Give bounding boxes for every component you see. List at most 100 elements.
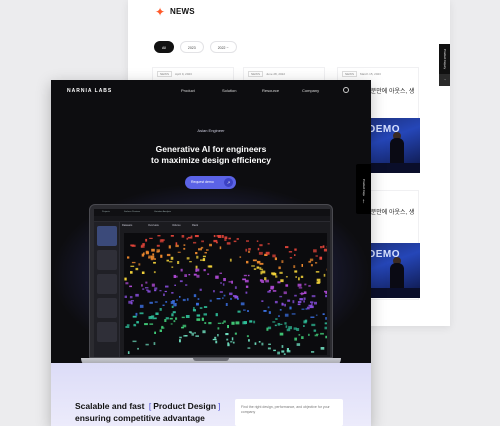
point-cloud-visualization[interactable] — [124, 233, 327, 355]
point-cloud-mark — [324, 322, 327, 325]
point-cloud-mark — [153, 317, 156, 319]
globe-icon[interactable] — [343, 87, 349, 93]
point-cloud-mark — [313, 329, 317, 332]
arrow-up-icon[interactable]: ↑ — [439, 74, 450, 86]
app-urlbar — [94, 216, 330, 222]
point-cloud-mark — [268, 343, 271, 345]
point-cloud-mark — [179, 280, 183, 283]
point-cloud-mark — [159, 329, 162, 332]
point-cloud-mark — [248, 248, 251, 251]
app-tab[interactable]: Variation Analysis — [154, 211, 171, 213]
point-cloud-mark — [284, 313, 289, 317]
nav-solution[interactable]: Solution — [222, 88, 236, 93]
point-cloud-mark — [129, 285, 132, 288]
app-tab[interactable]: Projects — [102, 211, 110, 213]
point-cloud-mark — [153, 258, 156, 260]
point-cloud-mark — [303, 320, 307, 324]
app-tab[interactable]: Surface Preview — [124, 211, 140, 213]
point-cloud-mark — [145, 287, 149, 289]
filter-2023[interactable]: 2023 — [179, 41, 204, 53]
arrow-up-icon[interactable]: ↑ — [356, 196, 371, 208]
point-cloud-mark — [231, 321, 235, 325]
point-cloud-mark — [175, 244, 179, 248]
point-cloud-mark — [130, 265, 135, 267]
point-cloud-mark — [294, 270, 298, 273]
point-cloud-mark — [294, 294, 297, 297]
point-cloud-mark — [271, 272, 276, 275]
point-cloud-mark — [196, 314, 201, 317]
point-cloud-mark — [204, 322, 207, 324]
point-cloud-mark — [294, 254, 296, 256]
panel-item[interactable]: Volume — [172, 224, 181, 227]
point-cloud-mark — [196, 255, 199, 259]
point-cloud-mark — [306, 306, 310, 310]
point-cloud-mark — [303, 325, 305, 327]
point-cloud-mark — [165, 301, 168, 303]
point-cloud-mark — [314, 334, 318, 337]
point-cloud-mark — [204, 252, 207, 254]
point-cloud-mark — [168, 245, 171, 249]
point-cloud-mark — [164, 290, 167, 293]
point-cloud-mark — [185, 284, 188, 286]
sidebar-thumbnail[interactable] — [97, 274, 117, 294]
point-cloud-mark — [263, 310, 267, 312]
point-cloud-mark — [154, 331, 156, 334]
point-cloud-mark — [311, 351, 315, 353]
point-cloud-mark — [254, 342, 257, 345]
sidebar-thumbnail[interactable] — [97, 322, 117, 342]
product-inquiry-tab[interactable]: Product Inquiry — [439, 44, 450, 74]
point-cloud-mark — [216, 235, 220, 237]
sidebar-thumbnail[interactable] — [97, 250, 117, 270]
point-cloud-mark — [225, 333, 229, 336]
filter-2022[interactable]: 2022 ~ — [209, 41, 237, 53]
point-cloud-mark — [203, 313, 207, 316]
point-cloud-mark — [277, 351, 280, 355]
point-cloud-mark — [215, 340, 218, 344]
filter-all[interactable]: All — [154, 41, 174, 53]
point-cloud-mark — [261, 280, 265, 283]
point-cloud-mark — [283, 291, 287, 295]
point-cloud-mark — [182, 298, 186, 302]
point-cloud-mark — [308, 285, 311, 287]
point-cloud-mark — [195, 335, 199, 337]
point-cloud-mark — [243, 321, 247, 324]
point-cloud-mark — [311, 295, 316, 298]
request-demo-button[interactable]: Request demo ↗ — [185, 176, 236, 189]
point-cloud-mark — [125, 326, 130, 328]
point-cloud-mark — [144, 323, 148, 326]
point-cloud-mark — [170, 256, 174, 260]
news-card-date: April 9, 2023 — [175, 72, 192, 76]
point-cloud-mark — [183, 247, 186, 250]
point-cloud-mark — [135, 267, 139, 271]
hero-headline: Generative AI for engineers to maximize … — [111, 144, 311, 166]
nav-product[interactable]: Product — [181, 88, 195, 93]
sidebar-thumbnail[interactable] — [97, 298, 117, 318]
point-cloud-mark — [166, 259, 169, 262]
point-cloud-mark — [310, 316, 315, 318]
point-cloud-mark — [229, 292, 233, 296]
point-cloud-mark — [259, 244, 263, 247]
nav-resource[interactable]: Resource — [262, 88, 279, 93]
point-cloud-mark — [219, 272, 222, 274]
point-cloud-mark — [223, 320, 226, 323]
panel-item[interactable]: Rank — [192, 224, 198, 227]
point-cloud-mark — [175, 317, 178, 320]
point-cloud-mark — [156, 244, 160, 247]
point-cloud-mark — [159, 290, 162, 292]
point-cloud-mark — [183, 335, 187, 337]
point-cloud-mark — [181, 316, 185, 319]
panel-item[interactable]: Overview — [148, 224, 159, 227]
point-cloud-mark — [199, 288, 202, 291]
point-cloud-mark — [245, 285, 249, 288]
point-cloud-mark — [149, 301, 153, 304]
sidebar-thumbnail[interactable] — [97, 226, 117, 246]
point-cloud-mark — [322, 245, 325, 248]
point-cloud-mark — [244, 279, 249, 283]
point-cloud-mark — [299, 293, 303, 295]
point-cloud-mark — [151, 283, 155, 287]
point-cloud-mark — [275, 318, 278, 320]
point-cloud-mark — [199, 307, 203, 309]
point-cloud-mark — [133, 323, 136, 326]
site-logo[interactable]: NARNIA LABS — [67, 88, 112, 94]
nav-company[interactable]: Company — [302, 88, 319, 93]
